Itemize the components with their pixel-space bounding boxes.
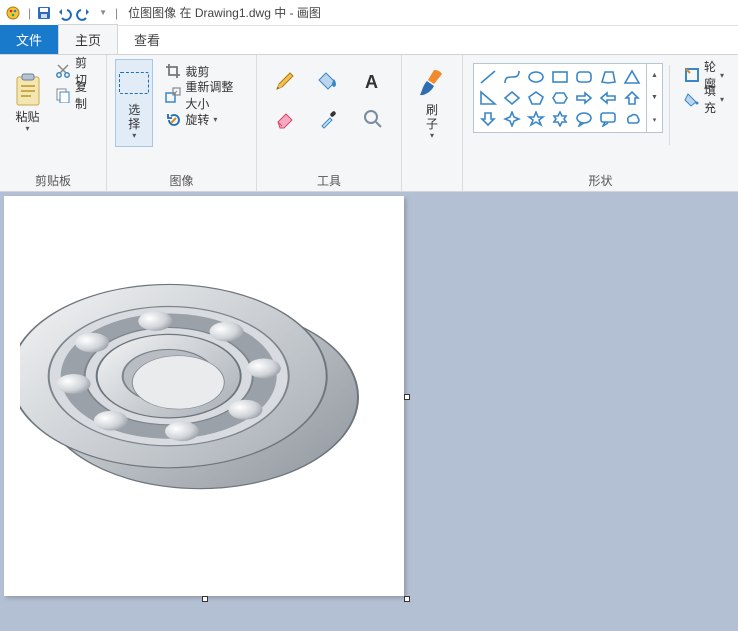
canvas-content-bearing	[20, 212, 380, 572]
separator: |	[115, 6, 118, 20]
eyedropper-tool[interactable]	[315, 105, 343, 133]
tab-bar: 文件 主页 查看	[0, 26, 738, 54]
crop-label: 裁剪	[185, 63, 209, 80]
group-clipboard: 粘贴 ▾ 剪切 复制 剪贴板	[0, 55, 107, 191]
outline-icon	[684, 67, 700, 83]
canvas[interactable]	[4, 196, 404, 596]
shape-star5-icon[interactable]	[524, 109, 548, 130]
save-icon[interactable]	[35, 4, 53, 22]
shape-arrow-up-icon[interactable]	[620, 87, 644, 108]
tab-view[interactable]: 查看	[118, 25, 176, 54]
canvas-handle-right[interactable]	[404, 394, 410, 400]
tab-file[interactable]: 文件	[0, 25, 58, 54]
shape-arrow-down-icon[interactable]	[476, 109, 500, 130]
svg-text:A: A	[365, 72, 378, 91]
undo-icon[interactable]	[55, 4, 73, 22]
shape-line-icon[interactable]	[476, 66, 500, 87]
redo-icon[interactable]	[75, 4, 93, 22]
paste-button[interactable]: 粘贴 ▾	[8, 59, 47, 147]
shape-hexagon-icon[interactable]	[548, 87, 572, 108]
eraser-tool[interactable]	[271, 105, 299, 133]
copy-label: 复制	[75, 78, 92, 112]
chevron-down-icon: ▾	[25, 124, 29, 133]
canvas-handle-corner[interactable]	[404, 596, 410, 602]
window-title: 位图图像 在 Drawing1.dwg 中 - 画图	[128, 4, 321, 21]
shape-callout-round-icon[interactable]	[572, 109, 596, 130]
qat-dropdown-icon[interactable]: ▼	[99, 8, 107, 17]
group-shapes: ▲ ▼ ▾ 轮廓 ▾ 填充 ▾ 形状	[463, 55, 738, 191]
shapes-scroll: ▲ ▼ ▾	[647, 63, 663, 133]
group-shapes-label: 形状	[471, 170, 730, 189]
pencil-tool[interactable]	[271, 67, 299, 95]
resize-icon	[165, 87, 181, 103]
brush-icon	[416, 67, 448, 99]
shape-rect-icon[interactable]	[548, 66, 572, 87]
group-tools-label: 工具	[265, 170, 393, 189]
canvas-handle-bottom[interactable]	[202, 596, 208, 602]
ribbon: 粘贴 ▾ 剪切 复制 剪贴板	[0, 54, 738, 192]
shape-pentagon-icon[interactable]	[524, 87, 548, 108]
shape-arrow-left-icon[interactable]	[596, 87, 620, 108]
shape-diamond-icon[interactable]	[500, 87, 524, 108]
chevron-down-icon: ▾	[213, 115, 217, 124]
text-tool[interactable]: A	[359, 67, 387, 95]
group-brushes-label	[410, 187, 454, 189]
shapes-scroll-up-icon[interactable]: ▲	[651, 72, 658, 79]
separator	[669, 65, 670, 145]
group-clipboard-label: 剪贴板	[8, 170, 98, 189]
shape-roundrect-icon[interactable]	[572, 66, 596, 87]
shape-callout-cloud-icon[interactable]	[620, 109, 644, 130]
shape-arrow-right-icon[interactable]	[572, 87, 596, 108]
shape-right-triangle-icon[interactable]	[476, 87, 500, 108]
group-brushes: 刷 子 ▾	[402, 55, 463, 191]
rotate-icon	[165, 111, 181, 127]
group-image: 选 择 ▾ 裁剪 重新调整大小	[107, 55, 257, 191]
shape-polygon-icon[interactable]	[596, 66, 620, 87]
separator: |	[28, 6, 31, 20]
shapes-scroll-down-icon[interactable]: ▼	[651, 94, 658, 101]
chevron-down-icon: ▾	[720, 95, 724, 104]
chevron-down-icon: ▾	[720, 71, 724, 80]
select-label: 选 择	[128, 103, 140, 131]
paste-label: 粘贴	[15, 110, 39, 124]
resize-button[interactable]: 重新调整大小	[159, 83, 248, 107]
group-image-label: 图像	[115, 170, 248, 189]
rotate-label: 旋转	[185, 111, 209, 128]
shapes-expand-icon[interactable]: ▾	[653, 116, 657, 124]
scissors-icon	[55, 63, 71, 79]
magnifier-tool[interactable]	[359, 105, 387, 133]
select-button[interactable]: 选 择 ▾	[115, 59, 153, 147]
work-area	[0, 192, 738, 631]
shape-fill-button[interactable]: 填充 ▾	[678, 87, 730, 111]
app-icon	[4, 4, 22, 22]
shape-triangle-icon[interactable]	[620, 66, 644, 87]
copy-icon	[55, 87, 71, 103]
shapes-gallery[interactable]	[473, 63, 647, 133]
fill-bucket-icon	[684, 91, 700, 107]
select-rect-icon	[118, 67, 150, 99]
rotate-button[interactable]: 旋转 ▾	[159, 107, 248, 131]
fill-label: 填充	[704, 82, 716, 116]
shape-curve-icon[interactable]	[500, 66, 524, 87]
chevron-down-icon: ▾	[430, 131, 434, 140]
brushes-button[interactable]: 刷 子 ▾	[410, 59, 454, 147]
group-tools: A 工具	[257, 55, 402, 191]
brushes-label: 刷 子	[426, 103, 438, 131]
shape-callout-rect-icon[interactable]	[596, 109, 620, 130]
chevron-down-icon: ▾	[132, 131, 136, 140]
shape-star4-icon[interactable]	[500, 109, 524, 130]
shape-oval-icon[interactable]	[524, 66, 548, 87]
tab-home[interactable]: 主页	[58, 24, 118, 54]
shape-star6-icon[interactable]	[548, 109, 572, 130]
title-bar: | ▼ | 位图图像 在 Drawing1.dwg 中 - 画图	[0, 0, 738, 26]
copy-button[interactable]: 复制	[49, 83, 98, 107]
fill-tool[interactable]	[315, 67, 343, 95]
clipboard-icon	[12, 74, 44, 106]
crop-icon	[165, 63, 181, 79]
